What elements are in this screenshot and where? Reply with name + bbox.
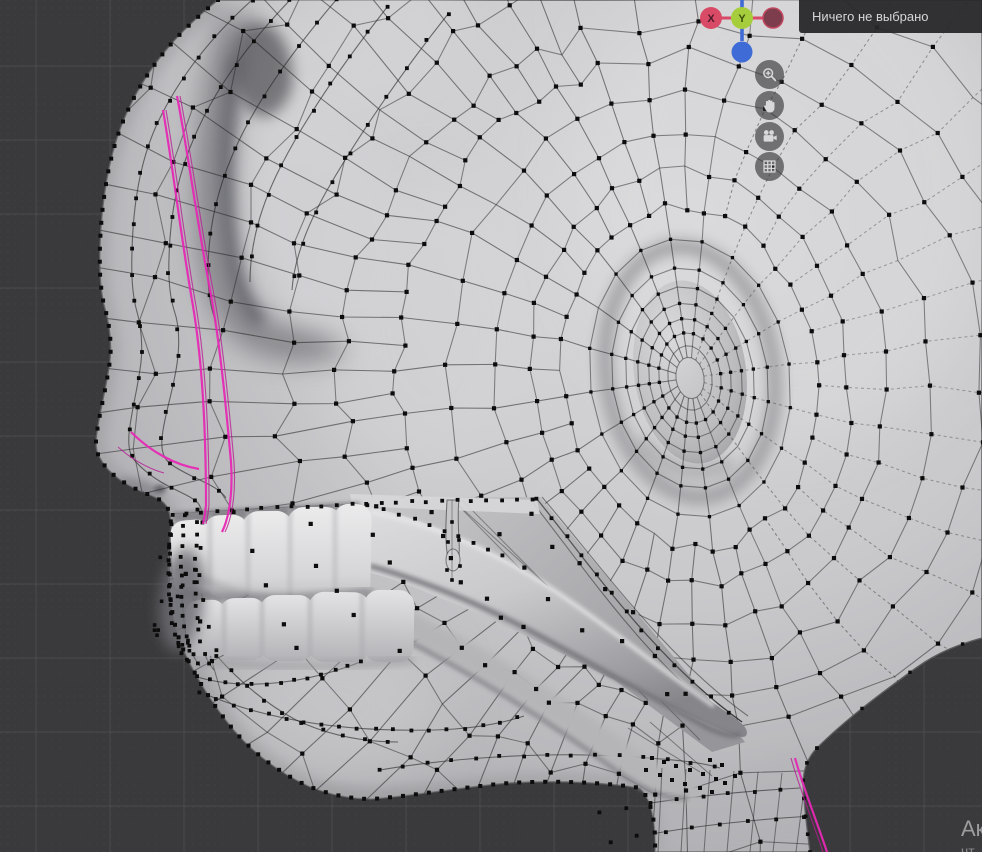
pan-hand-icon xyxy=(761,97,778,114)
blender-3d-viewport[interactable]: Ничего не выбрано X Y xyxy=(0,0,982,852)
grid-ortho-icon xyxy=(761,158,778,175)
pan-button[interactable] xyxy=(755,91,784,120)
camera-view-icon xyxy=(761,128,778,145)
viewport-canvas[interactable] xyxy=(0,0,982,852)
gizmo-axis-x-neg-handle[interactable] xyxy=(763,8,783,28)
zoom-in-icon xyxy=(761,66,778,83)
overlay-label-primary: Ак xyxy=(961,816,982,842)
header-status-tooltip: Ничего не выбрано xyxy=(799,0,982,33)
grid-view-button[interactable] xyxy=(755,152,784,181)
orientation-gizmo[interactable]: X Y xyxy=(690,0,800,70)
status-text: Ничего не выбрано xyxy=(812,9,929,24)
camera-view-button[interactable] xyxy=(755,122,784,151)
gizmo-axis-z-neg-handle[interactable] xyxy=(732,42,753,63)
overlay-label-secondary: чт xyxy=(961,843,975,852)
gizmo-y-label: Y xyxy=(738,13,746,25)
zoom-button[interactable] xyxy=(755,60,784,89)
gizmo-x-label: X xyxy=(707,13,715,25)
